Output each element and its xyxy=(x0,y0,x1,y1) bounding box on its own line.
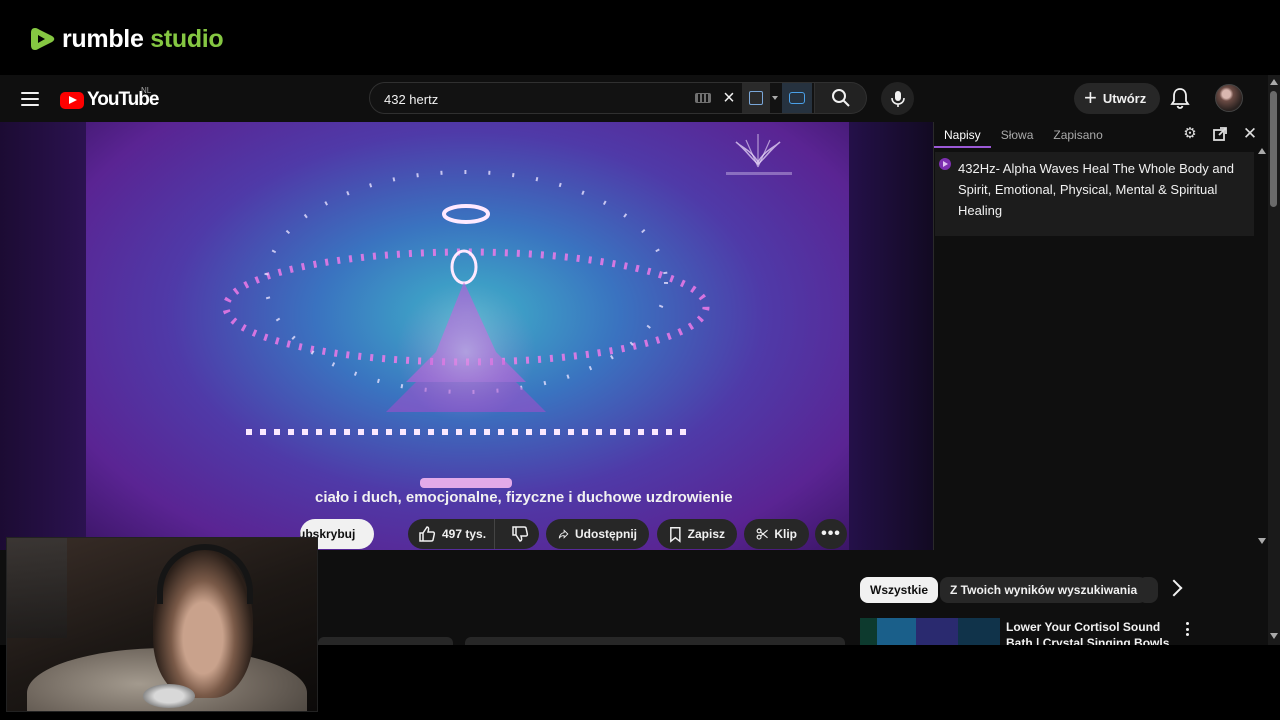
tab-zapisano[interactable]: Zapisano xyxy=(1043,122,1112,148)
keyboard-icon[interactable] xyxy=(695,93,711,103)
youtube-play-icon xyxy=(60,91,84,109)
scissors-icon xyxy=(756,528,768,540)
rumble-studio-logo: rumble studio xyxy=(30,24,224,54)
search-icon xyxy=(831,89,850,107)
meditation-graphic xyxy=(222,134,792,488)
share-label: Udostępnij xyxy=(575,527,637,541)
thumbs-down-icon xyxy=(512,526,528,542)
voice-search-button[interactable] xyxy=(881,82,914,115)
bell-icon[interactable] xyxy=(1169,87,1191,109)
description-box-edge xyxy=(318,637,453,645)
video-player[interactable] xyxy=(0,122,933,550)
tab-napisy[interactable]: Napisy xyxy=(934,122,991,148)
studio-word: studio xyxy=(150,24,224,53)
clip-label: Klip xyxy=(774,527,797,541)
hamburger-menu-icon[interactable] xyxy=(18,87,42,111)
share-button[interactable]: Udostępnij xyxy=(546,519,649,549)
scroll-down-icon[interactable] xyxy=(1270,633,1278,639)
webcam-cup xyxy=(143,684,195,708)
recommended-thumbnail[interactable] xyxy=(860,618,1000,645)
webcam-headset xyxy=(157,544,253,604)
gear-icon[interactable]: ⚙ xyxy=(1182,126,1198,142)
translate-icon[interactable] xyxy=(742,83,770,113)
mic-icon xyxy=(890,90,905,107)
webcam-background-window xyxy=(7,538,67,638)
panel-scroll-up-icon[interactable] xyxy=(1258,148,1266,154)
chip-next-partial[interactable] xyxy=(1138,577,1158,603)
chevron-right-icon[interactable] xyxy=(1165,579,1183,597)
panel-scroll-down-icon[interactable] xyxy=(1258,538,1266,544)
clear-icon[interactable]: × xyxy=(720,88,738,108)
thumbs-up-icon xyxy=(419,526,436,542)
bookmark-icon xyxy=(670,526,681,543)
save-label: Zapisz xyxy=(687,527,725,541)
recommended-title[interactable]: Lower Your Cortisol Sound Bath | Crystal… xyxy=(1006,619,1176,645)
scrollbar-thumb[interactable] xyxy=(1270,91,1277,207)
video-left-edge xyxy=(0,122,86,550)
subtitle-text: 432Hz- Alpha Waves Heal The Whole Body a… xyxy=(958,161,1235,218)
rumble-wordmark: rumble studio xyxy=(62,24,224,54)
create-label: Utwórz xyxy=(1102,91,1147,106)
play-line-icon[interactable] xyxy=(939,158,951,170)
more-vertical-icon[interactable] xyxy=(1184,622,1190,636)
chip-all[interactable]: Wszystkie xyxy=(860,577,939,603)
search-input[interactable] xyxy=(384,89,684,109)
dislike-button[interactable] xyxy=(501,519,539,549)
search-button[interactable] xyxy=(815,82,867,114)
subtitles-panel: Napisy Słowa Zapisano ⚙ ✕ 432Hz- Alpha W… xyxy=(933,122,1268,550)
plus-icon: + xyxy=(1084,84,1097,110)
scroll-up-icon[interactable] xyxy=(1270,79,1278,85)
comment-box-edge xyxy=(465,637,845,645)
save-button[interactable]: Zapisz xyxy=(657,519,737,549)
subtitle-line[interactable]: 432Hz- Alpha Waves Heal The Whole Body a… xyxy=(935,152,1254,236)
page-scrollbar[interactable] xyxy=(1268,75,1280,645)
like-button[interactable]: 497 tys. xyxy=(408,519,495,549)
country-code: NL xyxy=(141,86,152,95)
popout-icon[interactable] xyxy=(1212,126,1228,142)
close-icon[interactable]: ✕ xyxy=(1242,125,1258,142)
video-right-edge xyxy=(849,122,933,550)
search-box: × xyxy=(369,82,815,114)
webcam-overlay xyxy=(6,537,318,712)
youtube-topbar: YouTube NL × + Utwórz xyxy=(0,75,1268,122)
share-icon xyxy=(558,529,569,539)
video-title: ciało i duch, emocjonalne, fizyczne i du… xyxy=(315,489,733,506)
rumble-play-icon xyxy=(31,28,55,50)
chevron-down-icon[interactable] xyxy=(772,96,778,100)
likes-count: 497 tys. xyxy=(442,527,487,541)
tab-slowa[interactable]: Słowa xyxy=(991,122,1044,148)
clip-button[interactable]: Klip xyxy=(744,519,809,549)
create-button[interactable]: + Utwórz xyxy=(1074,83,1161,114)
subtitles-tools: ⚙ ✕ xyxy=(1182,125,1258,142)
like-dislike-group: 497 tys. xyxy=(408,519,539,549)
chip-from-search[interactable]: Z Twoich wyników wyszukiwania xyxy=(940,577,1148,603)
more-horizontal-icon[interactable]: ••• xyxy=(815,519,847,549)
avatar[interactable] xyxy=(1215,84,1243,112)
captions-icon[interactable] xyxy=(782,83,812,113)
rumble-word: rumble xyxy=(62,24,144,53)
